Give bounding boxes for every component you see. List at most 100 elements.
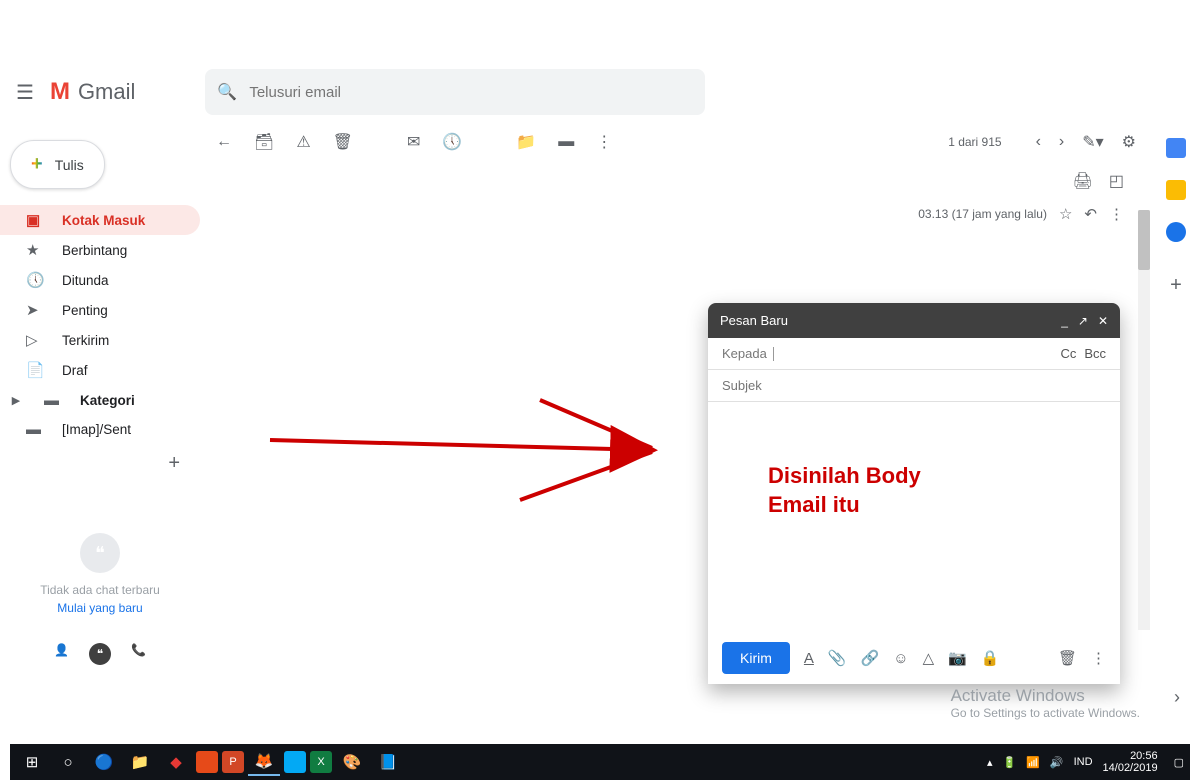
sidebar-item-label: Berbintang — [62, 243, 127, 258]
paint-icon[interactable]: 🎨 — [336, 748, 368, 776]
firefox-icon[interactable]: 🦊 — [248, 748, 280, 776]
sidebar-item-starred[interactable]: ★ Berbintang — [0, 235, 200, 265]
keep-addon-icon[interactable] — [1166, 180, 1186, 200]
delete-icon[interactable]: 🗑 — [333, 132, 353, 152]
compose-button[interactable]: + Tulis — [10, 140, 105, 189]
wifi-icon[interactable]: 📶 — [1026, 756, 1040, 769]
compose-body[interactable]: Disinilah Body Email itu — [708, 402, 1120, 632]
search-bar[interactable]: 🔍 — [205, 69, 705, 115]
volume-icon[interactable]: 🔊 — [1050, 756, 1064, 769]
attach-icon[interactable]: 📎 — [828, 649, 847, 667]
sidebar-item-drafts[interactable]: 📄 Draf — [0, 355, 200, 385]
close-icon[interactable]: ✕ — [1098, 314, 1108, 328]
tray-up-icon[interactable]: ▴ — [987, 756, 993, 769]
message-more-icon[interactable]: ⋮ — [1109, 205, 1124, 223]
hangouts-icon: ❝ — [80, 533, 120, 573]
file-explorer-icon[interactable]: 📁 — [124, 748, 156, 776]
sidebar-item-imap-sent[interactable]: ▬ [Imap]/Sent — [0, 415, 200, 444]
scrollbar-thumb[interactable] — [1138, 210, 1150, 270]
calendar-addon-icon[interactable] — [1166, 138, 1186, 158]
clock-icon: 🕔 — [26, 271, 44, 289]
hangouts-tab-contacts[interactable]: 👤 — [54, 643, 69, 665]
discard-icon[interactable]: 🗑 — [1058, 649, 1077, 667]
sidebar-item-label: Terkirim — [62, 333, 109, 348]
inbox-icon: ▣ — [26, 211, 44, 229]
search-icon: 🔍 — [217, 82, 237, 102]
snooze-icon[interactable]: 🕔 — [442, 132, 462, 152]
more-icon[interactable]: ⋮ — [596, 132, 612, 152]
message-toolbar: ← 🗃 ⚠ 🗑 ✉ 🕔 📁 ▬ ⋮ 1 dari 915 ‹ › ✎▾ ⚙ — [200, 124, 1152, 161]
hamburger-menu-icon[interactable]: ☰ — [16, 80, 34, 105]
sidebar-item-label: Draf — [62, 363, 88, 378]
input-tools-icon[interactable]: ✎▾ — [1082, 132, 1103, 152]
open-new-window-icon[interactable]: ◰ — [1109, 171, 1124, 191]
powerpoint-icon[interactable]: P — [222, 751, 244, 773]
language-indicator[interactable]: IND — [1074, 756, 1093, 768]
app-icon-red[interactable]: ◆ — [160, 748, 192, 776]
content-area: ← 🗃 ⚠ 🗑 ✉ 🕔 📁 ▬ ⋮ 1 dari 915 ‹ › ✎▾ ⚙ 🖨 … — [200, 124, 1152, 684]
link-icon[interactable]: 🔗 — [861, 649, 880, 667]
drive-icon[interactable]: △ — [923, 649, 935, 667]
get-addons-icon[interactable]: + — [1170, 274, 1182, 297]
minimize-icon[interactable]: _ — [1061, 314, 1068, 328]
compose-to-row[interactable]: Kepada Cc Bcc — [708, 338, 1120, 370]
hangouts-tab-phone[interactable]: 📞 — [131, 643, 146, 665]
compose-header[interactable]: Pesan Baru _ ↗ ✕ — [708, 303, 1120, 338]
print-icon[interactable]: 🖨 — [1073, 171, 1093, 191]
app-icon-4[interactable]: 📘 — [372, 748, 404, 776]
app-icon-blue[interactable] — [284, 751, 306, 773]
cortana-icon[interactable]: ○ — [52, 748, 84, 776]
cc-button[interactable]: Cc — [1060, 346, 1076, 361]
hangouts-new-chat[interactable]: Mulai yang baru — [0, 601, 200, 615]
start-button[interactable]: ⊞ — [16, 748, 48, 776]
battery-icon[interactable]: 🔋 — [1002, 756, 1016, 769]
emoji-icon[interactable]: ☺ — [893, 650, 908, 667]
settings-icon[interactable]: ⚙ — [1122, 132, 1136, 152]
gmail-logo[interactable]: M Gmail — [50, 78, 135, 106]
sidebar-item-categories[interactable]: ▸ ▬ Kategori — [0, 385, 200, 415]
message-meta: 03.13 (17 jam yang lalu) ☆ ↶ ⋮ — [200, 201, 1152, 227]
prev-icon[interactable]: ‹ — [1036, 133, 1041, 151]
message-time: 03.13 (17 jam yang lalu) — [918, 207, 1047, 221]
expand-icon[interactable]: ↗ — [1078, 314, 1088, 328]
chevron-right-icon: ▸ — [12, 391, 30, 409]
spam-icon[interactable]: ⚠ — [296, 132, 310, 152]
send-button[interactable]: Kirim — [722, 642, 790, 674]
back-icon[interactable]: ← — [216, 133, 232, 151]
scrollbar[interactable] — [1138, 210, 1150, 630]
to-input[interactable] — [773, 347, 1061, 361]
subject-input[interactable] — [722, 378, 1106, 393]
formatting-icon[interactable]: A — [804, 650, 814, 667]
sidebar-item-label: Ditunda — [62, 273, 109, 288]
hide-side-panel-icon[interactable]: › — [1174, 687, 1180, 708]
notifications-icon[interactable]: ▢ — [1174, 756, 1184, 769]
bcc-button[interactable]: Bcc — [1084, 346, 1106, 361]
app-icon-orange[interactable] — [196, 751, 218, 773]
chrome-icon[interactable]: 🔵 — [88, 748, 120, 776]
tasks-addon-icon[interactable] — [1166, 222, 1186, 242]
sidebar-item-snoozed[interactable]: 🕔 Ditunda — [0, 265, 200, 295]
star-message-icon[interactable]: ☆ — [1059, 205, 1072, 223]
compose-more-icon[interactable]: ⋮ — [1091, 649, 1106, 667]
hangouts-empty: Tidak ada chat terbaru — [0, 583, 200, 597]
hangouts-panel: ❝ Tidak ada chat terbaru Mulai yang baru… — [0, 533, 200, 673]
sidebar-item-inbox[interactable]: ▣ Kotak Masuk — [0, 205, 200, 235]
photo-icon[interactable]: 📷 — [948, 649, 967, 667]
confidential-icon[interactable]: 🔒 — [981, 649, 1000, 667]
excel-icon[interactable]: X — [310, 751, 332, 773]
sidebar-item-important[interactable]: ➤ Penting — [0, 295, 200, 325]
labels-icon[interactable]: ▬ — [558, 133, 574, 151]
reply-icon[interactable]: ↶ — [1084, 205, 1097, 223]
compose-subject-row[interactable] — [708, 370, 1120, 402]
taskbar-clock[interactable]: 20:56 14/02/2019 — [1103, 750, 1158, 774]
archive-icon[interactable]: 🗃 — [254, 132, 274, 152]
sidebar-item-sent[interactable]: ▷ Terkirim — [0, 325, 200, 355]
next-icon[interactable]: › — [1059, 133, 1064, 151]
windows-taskbar: ⊞ ○ 🔵 📁 ◆ P 🦊 X 🎨 📘 ▴ 🔋 📶 🔊 IND 20:56 14… — [10, 744, 1190, 780]
app-name: Gmail — [78, 79, 135, 105]
hangouts-tab-chat[interactable]: ❝ — [89, 643, 111, 665]
mark-unread-icon[interactable]: ✉ — [407, 132, 420, 152]
sidebar-add[interactable]: + — [0, 444, 200, 483]
move-to-icon[interactable]: 📁 — [516, 132, 536, 152]
search-input[interactable] — [249, 84, 693, 101]
